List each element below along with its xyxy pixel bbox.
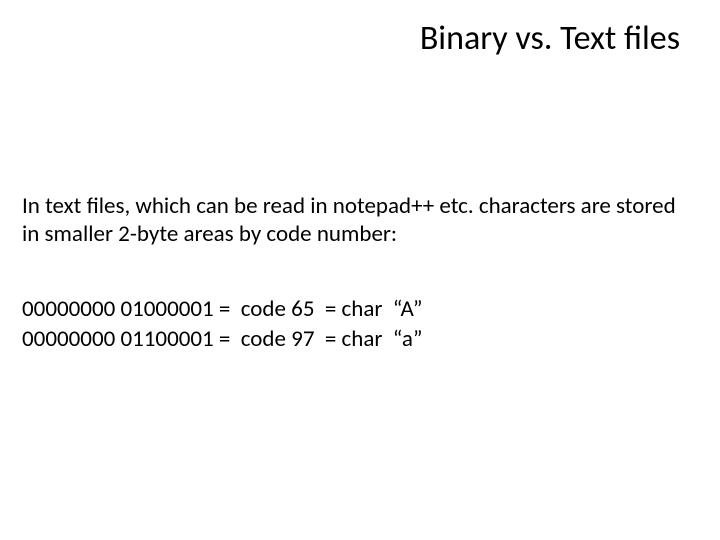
- body-paragraph: In text files, which can be read in note…: [22, 192, 680, 248]
- slide: Binary vs. Text files In text files, whi…: [0, 0, 720, 540]
- example-block: 00000000 01000001 = code 65 = char “A” 0…: [22, 294, 423, 355]
- slide-title: Binary vs. Text files: [420, 18, 680, 59]
- example-line: 00000000 01100001 = code 97 = char “a”: [22, 324, 423, 354]
- example-line: 00000000 01000001 = code 65 = char “A”: [22, 294, 423, 324]
